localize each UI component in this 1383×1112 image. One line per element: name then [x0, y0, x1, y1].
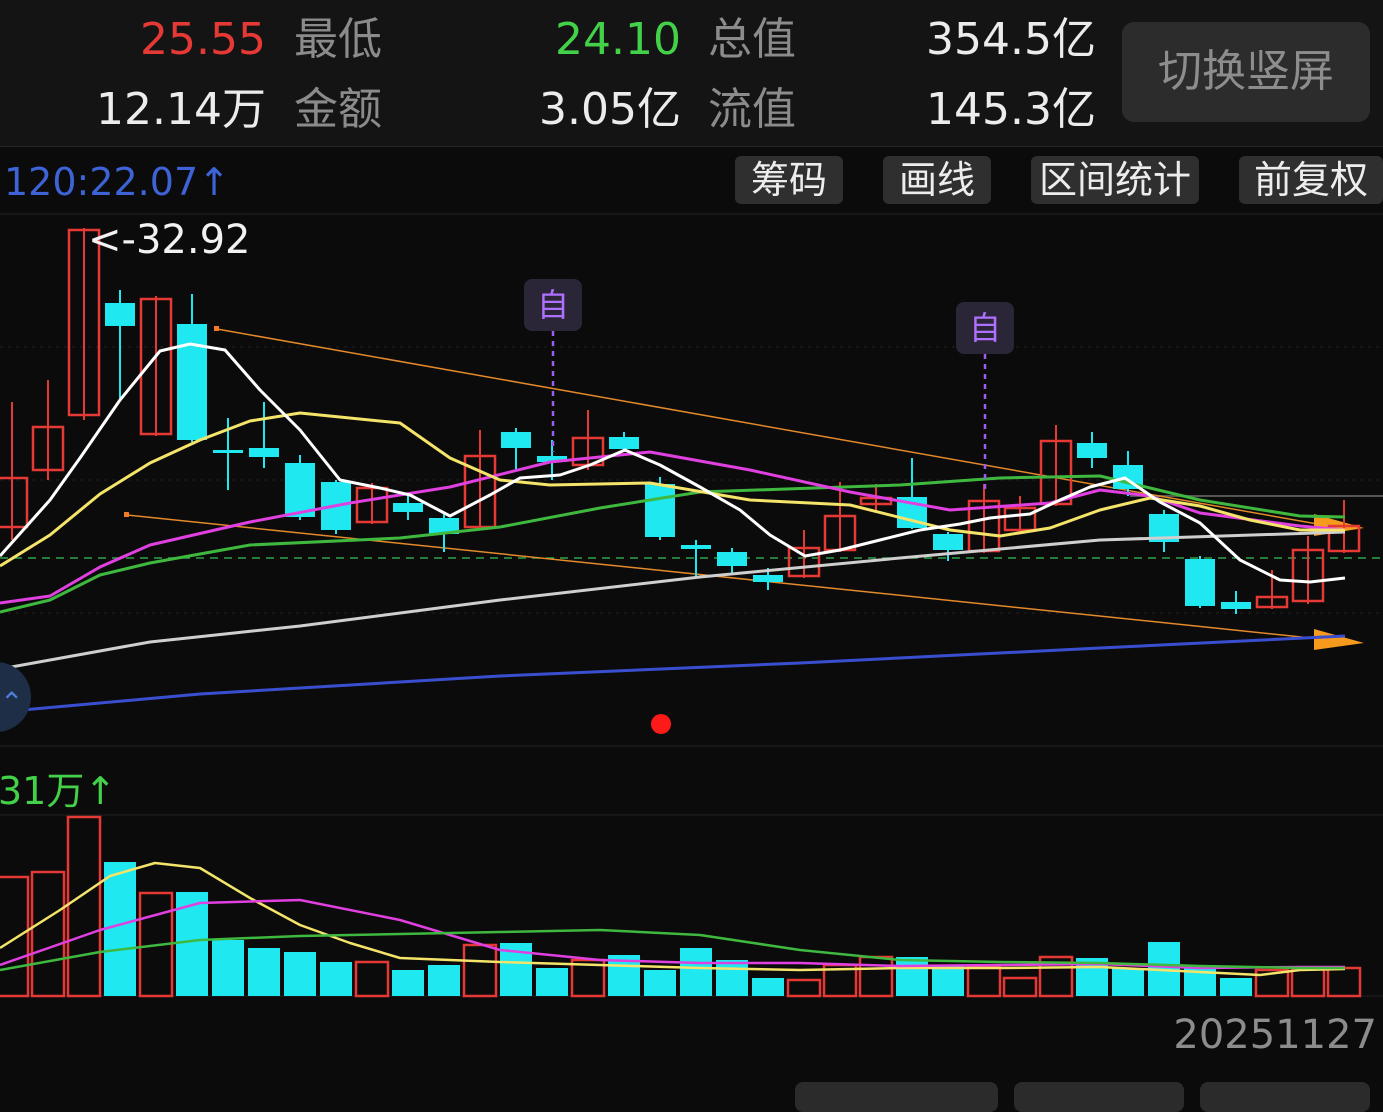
candle-3	[105, 290, 135, 400]
volume-bar-34	[1220, 978, 1252, 996]
volume-bar-3	[104, 862, 136, 996]
self-marker-2-label: 自	[969, 309, 1001, 347]
self-marker-1-label: 自	[537, 286, 569, 324]
candle-0	[0, 402, 29, 540]
candles	[0, 228, 1361, 614]
volume-bar-7	[248, 948, 280, 996]
candle-body-7	[249, 448, 279, 457]
candle-body-21	[753, 575, 783, 582]
volume-bar-0	[0, 875, 30, 998]
candle-body-0	[0, 476, 29, 529]
candle-32	[1149, 510, 1179, 552]
left-scroll-glyph: ⌃	[0, 686, 23, 719]
volume-bar-2	[66, 815, 102, 998]
candle-33	[1185, 556, 1215, 608]
candle-29	[1039, 425, 1073, 506]
volume-bar-10	[354, 960, 390, 998]
bottom-tab-1[interactable]	[795, 1082, 998, 1112]
date-label: 20251127	[1173, 1012, 1377, 1058]
candle-body-8	[285, 463, 315, 517]
candle-26	[933, 532, 963, 561]
volume-bar-12	[428, 965, 460, 996]
volume-bar-22	[786, 978, 822, 998]
candle-body-20	[717, 552, 747, 566]
volume-bar-18	[644, 970, 676, 996]
candle-body-3	[105, 303, 135, 326]
bottom-tab-3[interactable]	[1200, 1082, 1370, 1112]
candle-1	[31, 380, 65, 480]
candle-30	[1077, 432, 1107, 468]
volume-bar-6	[212, 940, 244, 996]
candle-body-18	[645, 484, 675, 537]
candle-body-17	[609, 437, 639, 449]
volume-bar-13	[462, 943, 498, 998]
candle-7	[249, 402, 279, 468]
candle-body-11	[393, 503, 423, 512]
volume-bar-27	[966, 965, 1002, 998]
trend-arrow-lower	[1314, 629, 1364, 650]
left-scroll-handle[interactable]: ⌃	[0, 662, 31, 732]
volume-bar-28	[1002, 976, 1038, 998]
candle-body-6	[213, 450, 243, 453]
max-price-annotation: <-32.92	[88, 217, 250, 263]
candle-20	[717, 548, 747, 575]
candle-body-33	[1185, 559, 1215, 606]
bottom-tab-2[interactable]	[1014, 1082, 1184, 1112]
candle-body-14	[501, 432, 531, 448]
candle-body-5	[177, 324, 207, 440]
self-marker-2[interactable]: 自	[956, 302, 1014, 494]
volume-bar-31	[1112, 968, 1144, 996]
volume-readout: 31万↑	[0, 769, 117, 813]
volume-bar-19	[680, 948, 712, 996]
volume-bar-37	[1326, 966, 1362, 998]
self-marker-1[interactable]: 自	[524, 279, 582, 452]
candle-body-34	[1221, 602, 1251, 609]
price-grid	[0, 213, 1383, 997]
volume-bar-25	[896, 957, 928, 996]
candle-14	[501, 428, 531, 470]
volume-bar-26	[932, 965, 964, 996]
volume-bar-24	[858, 955, 894, 998]
candle-body-26	[933, 534, 963, 550]
candle-34	[1221, 591, 1251, 614]
candle-36	[1291, 536, 1325, 604]
volume-bar-9	[320, 962, 352, 996]
volume-bar-1	[30, 870, 66, 998]
volume-bar-11	[392, 970, 424, 996]
candle-body-19	[681, 545, 711, 549]
red-dot	[651, 714, 671, 734]
volume-bar-36	[1290, 966, 1326, 998]
volume-bar-8	[284, 952, 316, 996]
volume-bar-33	[1184, 965, 1216, 996]
volume-bar-15	[536, 968, 568, 996]
volume-bar-21	[752, 978, 784, 996]
candle-4	[139, 296, 173, 436]
candle-37	[1327, 500, 1361, 553]
candle-5	[177, 294, 207, 442]
volume-bar-20	[716, 960, 748, 996]
kline-chart[interactable]: 自 自 <-32.92 ⌃	[0, 0, 1383, 1097]
ma120-line	[0, 634, 1346, 714]
candle-body-30	[1077, 443, 1107, 458]
